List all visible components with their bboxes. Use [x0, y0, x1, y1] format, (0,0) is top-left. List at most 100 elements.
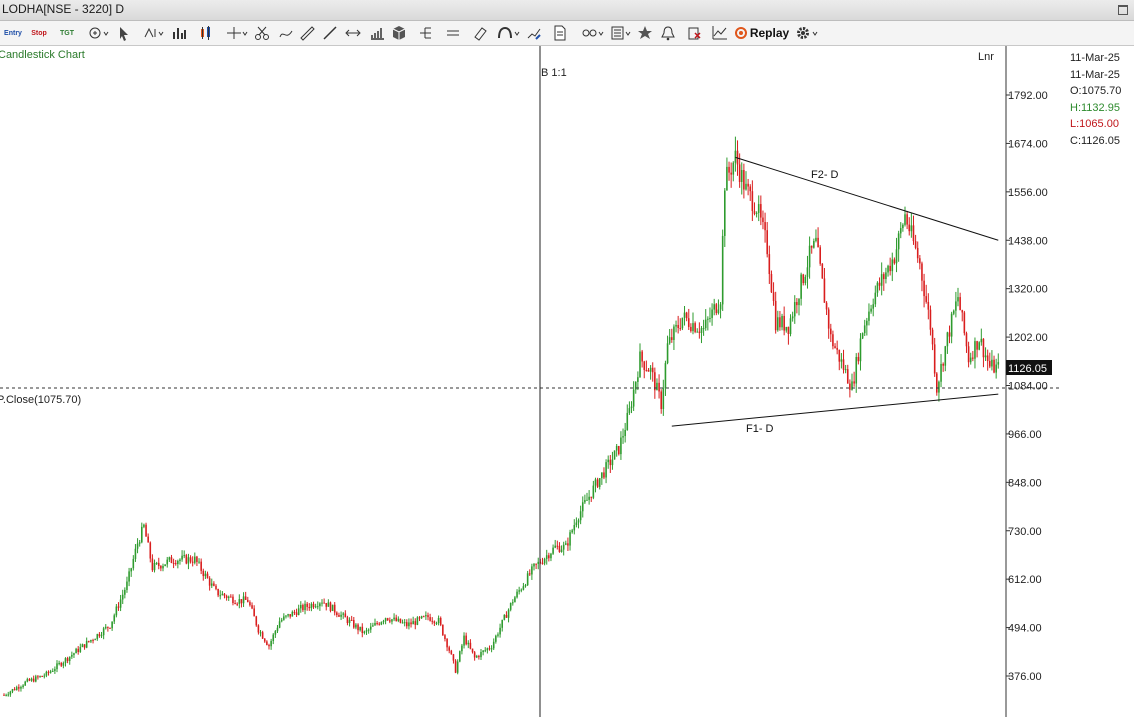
- quote-close: C:1126.05: [1070, 134, 1120, 147]
- candle-body: [556, 545, 559, 547]
- candle-body: [323, 602, 325, 604]
- candle-body: [899, 228, 902, 234]
- candle-body: [3, 694, 5, 696]
- price-chart[interactable]: P.Close(1075.70) B 1:1 Lnr 1792.00 1674.0…: [0, 0, 1134, 717]
- candle-body: [605, 462, 607, 478]
- candle-body: [223, 593, 226, 596]
- y-tick-label: 494.00: [1008, 623, 1042, 635]
- candle-body: [711, 309, 713, 318]
- candle-body: [868, 311, 870, 321]
- candle-body: [32, 678, 35, 682]
- candle-body: [579, 511, 582, 521]
- f2-label: F2- D: [811, 169, 839, 181]
- candle-body: [187, 557, 190, 564]
- candle-body: [107, 626, 109, 628]
- candle-body: [732, 162, 735, 175]
- candle-body: [47, 671, 50, 673]
- candle-body: [456, 661, 459, 673]
- candle-body: [130, 568, 132, 572]
- candle-body: [200, 561, 202, 571]
- candle-body: [221, 593, 224, 596]
- candle-body: [88, 640, 90, 642]
- candle-body: [986, 355, 989, 361]
- candle-body: [774, 300, 777, 331]
- y-tick-label: 1674.00: [1008, 138, 1048, 150]
- candle-body: [111, 621, 113, 629]
- candle-body: [753, 211, 756, 214]
- candle-body: [230, 596, 232, 598]
- candle-body: [836, 347, 838, 350]
- candle-body: [342, 613, 344, 615]
- candle-body: [374, 622, 376, 626]
- candle-body: [520, 589, 523, 591]
- candle-body: [946, 332, 949, 347]
- candle-body: [336, 612, 338, 615]
- candle-body: [927, 301, 930, 310]
- candle-body: [272, 634, 275, 641]
- candle-body: [81, 644, 84, 648]
- candle-body: [293, 611, 296, 613]
- candle-body: [762, 217, 764, 223]
- candle-body: [783, 315, 785, 331]
- candle-body: [796, 302, 798, 306]
- candle-body: [991, 359, 993, 367]
- candle-body: [75, 648, 77, 654]
- candle-body: [348, 619, 351, 623]
- candle-body: [444, 635, 446, 639]
- candle-body: [740, 170, 743, 182]
- candle-body: [253, 608, 255, 617]
- candle-body: [545, 555, 548, 559]
- candle-body: [172, 562, 175, 564]
- candle-body: [768, 254, 771, 275]
- candle-body: [96, 634, 99, 640]
- candle-body: [124, 589, 126, 595]
- candle-body: [707, 318, 709, 320]
- candle-body: [278, 621, 281, 628]
- candle-body: [738, 164, 741, 182]
- candle-body: [77, 648, 79, 652]
- candle-body: [232, 596, 234, 604]
- candle-body: [162, 565, 164, 569]
- y-tick-label: 612.00: [1008, 574, 1042, 586]
- candle-body: [641, 351, 643, 362]
- y-tick-label: 730.00: [1008, 526, 1042, 538]
- candle-body: [757, 204, 760, 213]
- candle-body: [863, 325, 866, 334]
- candle-body: [955, 301, 957, 311]
- y-axis: 1792.00 1674.00 1556.00 1438.00 1320.00 1202.…: [1006, 90, 1048, 683]
- candle-body: [119, 599, 122, 608]
- candle-body: [507, 609, 510, 618]
- candle-body: [558, 545, 561, 552]
- candle-body: [844, 369, 847, 371]
- candle-body: [696, 331, 699, 333]
- candle-body: [355, 624, 357, 628]
- candle-body: [615, 446, 618, 451]
- candle-body: [849, 383, 851, 390]
- candle-body: [838, 349, 841, 362]
- f1-label: F1- D: [746, 423, 774, 435]
- candle-body: [295, 612, 298, 615]
- candle-body: [177, 560, 179, 565]
- candle-body: [598, 478, 601, 487]
- candle-body: [855, 356, 858, 384]
- candle-body: [677, 324, 679, 329]
- candle-body: [37, 676, 39, 678]
- candle-body: [386, 618, 389, 621]
- candle-body: [215, 585, 217, 589]
- candle-body: [132, 558, 135, 569]
- candle-body: [482, 650, 484, 653]
- candle-body: [526, 573, 529, 586]
- candle-body: [155, 562, 158, 564]
- candle-body: [399, 618, 402, 623]
- candle-body: [503, 614, 506, 620]
- candle-body: [823, 278, 826, 303]
- candle-body: [626, 412, 629, 431]
- candle-body: [420, 616, 423, 619]
- candle-body: [316, 606, 319, 608]
- candle-body: [102, 628, 105, 636]
- candle-body: [726, 166, 728, 191]
- candle-body: [806, 267, 809, 277]
- candle-body: [662, 388, 665, 410]
- prev-close-label: P.Close(1075.70): [0, 394, 81, 406]
- candle-body: [575, 522, 578, 526]
